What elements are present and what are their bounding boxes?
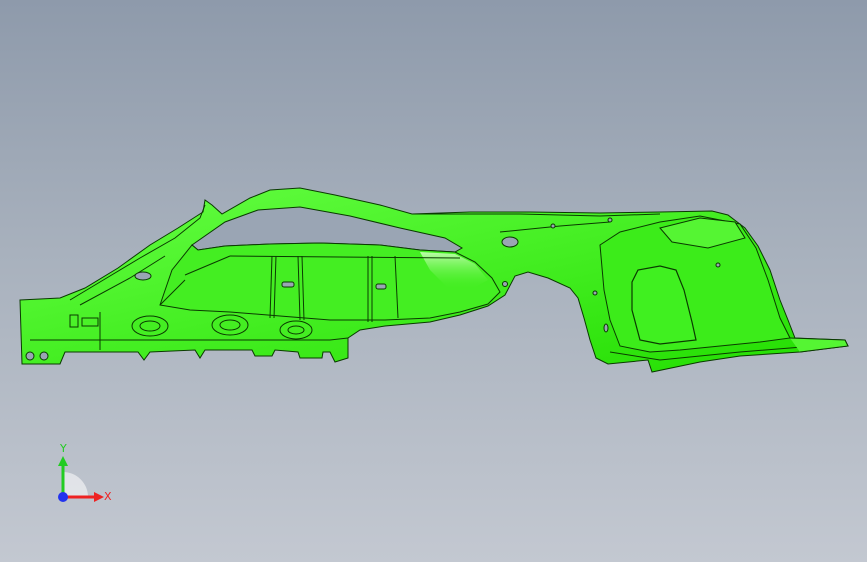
cad-viewport[interactable]: Y X xyxy=(0,0,867,562)
y-axis-arrow xyxy=(58,456,68,466)
z-axis-dot xyxy=(58,492,68,502)
x-axis-label: X xyxy=(104,490,112,503)
triad-quadrant xyxy=(63,472,88,497)
y-axis-label: Y xyxy=(59,442,67,455)
axis-triad: Y X xyxy=(58,442,112,503)
x-axis-arrow xyxy=(94,492,104,502)
car-body-panel-model[interactable] xyxy=(0,0,867,562)
rear-flange xyxy=(789,337,849,353)
